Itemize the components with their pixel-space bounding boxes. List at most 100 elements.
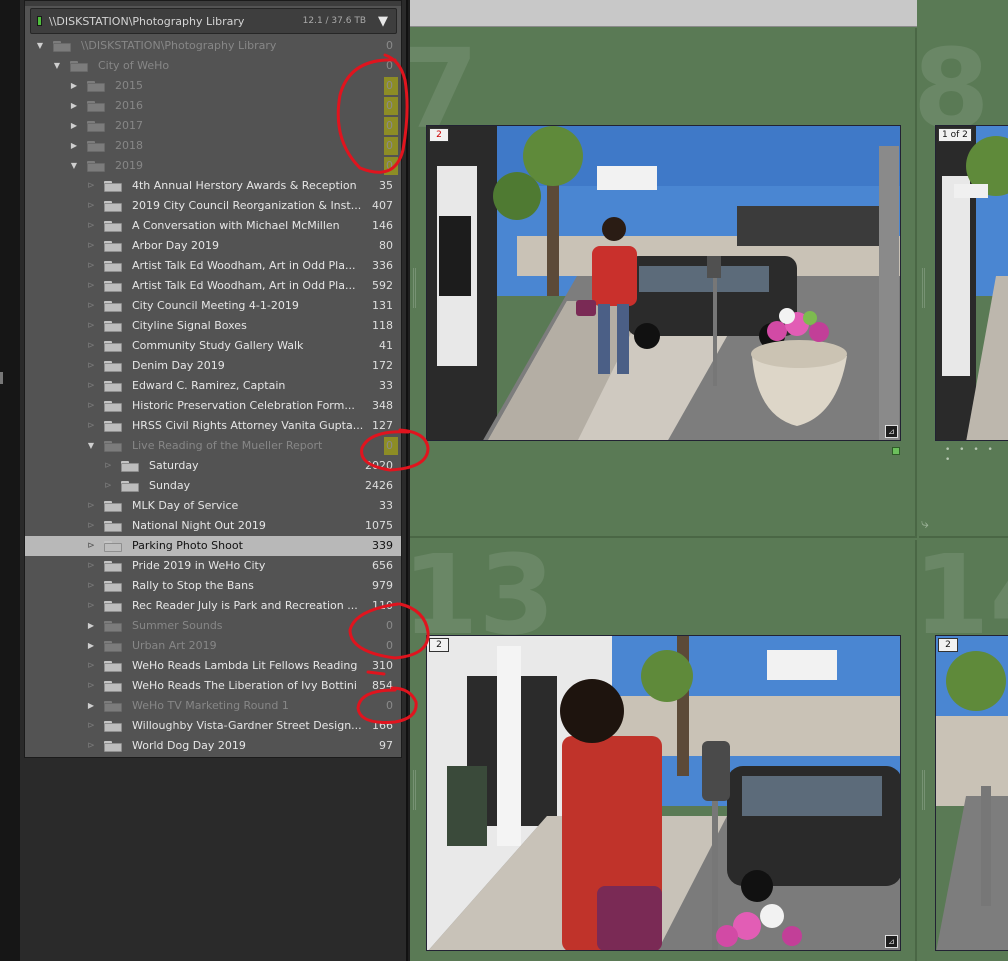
folder-row[interactable]: ⊳ Pride 2019 in WeHo City 656 [25, 556, 401, 576]
folder-icon [104, 321, 122, 332]
folder-count: 854 [372, 679, 393, 692]
folder-count: 0 [386, 99, 393, 112]
folder-row[interactable]: ▶ 2015 0 [25, 76, 401, 96]
rating-dots[interactable]: • • • • • [945, 445, 1008, 465]
expanded-triangle-icon[interactable]: ▼ [52, 56, 62, 76]
folder-count: 33 [379, 379, 393, 392]
leaf-triangle-icon: ⊳ [87, 201, 95, 211]
folder-row[interactable]: ▶ WeHo TV Marketing Round 1 0 [25, 696, 401, 716]
folder-row[interactable]: ⊳ HRSS Civil Rights Attorney Vanita Gupta… [25, 416, 401, 436]
folder-row[interactable]: ⊳ World Dog Day 2019 97 [25, 736, 401, 756]
photo-thumbnail[interactable]: 2 ⊿ [426, 635, 901, 951]
grid-cell[interactable]: 8 1 of 2 • • • • • ⤷ [919, 28, 1008, 538]
collapsed-triangle-icon[interactable]: ▶ [69, 96, 79, 116]
folder-icon [104, 541, 122, 552]
folder-row[interactable]: ⊳ A Conversation with Michael McMillen 146 [25, 216, 401, 236]
photo-parking-street [427, 126, 900, 440]
photo-thumbnail[interactable]: 2 ⊿ [426, 125, 901, 441]
folder-name: 2015 [115, 79, 143, 92]
collapsed-triangle-icon[interactable]: ▶ [86, 616, 96, 636]
folder-name: Pride 2019 in WeHo City [132, 559, 266, 572]
folder-row[interactable]: ⊳ WeHo Reads Lambda Lit Fellows Reading 31… [25, 656, 401, 676]
folder-row[interactable]: ▶ Urban Art 2019 0 [25, 636, 401, 656]
collapsed-triangle-icon[interactable]: ▶ [69, 116, 79, 136]
volume-bar[interactable]: \\DISKSTATION\Photography Library 12.1 /… [30, 8, 397, 34]
collapsed-triangle-icon[interactable]: ▶ [69, 136, 79, 156]
folder-name: Artist Talk Ed Woodham, Art in Odd Pla..… [132, 279, 356, 292]
grid-cell[interactable]: 13 2 ⊿ [410, 540, 917, 961]
folder-count: 97 [379, 739, 393, 752]
folder-icon [104, 361, 122, 372]
folder-row[interactable]: ⊳ Artist Talk Ed Woodham, Art in Odd Pla.… [25, 256, 401, 276]
folder-row[interactable]: ▼ Live Reading of the Mueller Report 0 [25, 436, 401, 456]
collapsed-triangle-icon[interactable]: ▶ [86, 696, 96, 716]
folder-row[interactable]: ▶ Summer Sounds 0 [25, 616, 401, 636]
folder-row[interactable]: ⊳ Artist Talk Ed Woodham, Art in Odd Pla.… [25, 276, 401, 296]
cell-divider [922, 770, 925, 810]
leaf-triangle-icon: ⊳ [87, 581, 95, 591]
folder-row[interactable]: ▼ City of WeHo 0 [25, 56, 401, 76]
photo-thumbnail[interactable]: 2 [935, 635, 1008, 951]
folder-name: Live Reading of the Mueller Report [132, 439, 323, 452]
folder-row[interactable]: ⊳ National Night Out 2019 1075 [25, 516, 401, 536]
folder-name: City of WeHo [98, 59, 170, 72]
stack-badge[interactable]: 1 of 2 [938, 128, 972, 142]
stack-badge[interactable]: 2 [938, 638, 958, 652]
folder-count: 0 [386, 59, 393, 72]
folder-row[interactable]: ⊳ Saturday 2020 [25, 456, 401, 476]
expanded-triangle-icon[interactable]: ▼ [69, 156, 79, 176]
folder-icon [121, 461, 139, 472]
folder-row[interactable]: ⊳ Sunday 2426 [25, 476, 401, 496]
folder-name: 2019 City Council Reorganization & Inst.… [132, 199, 362, 212]
folder-row[interactable]: ⊳ Cityline Signal Boxes 118 [25, 316, 401, 336]
grid-cell[interactable]: 14 2 [919, 540, 1008, 961]
folder-row[interactable]: ⊳ 4th Annual Herstory Awards & Reception 3… [25, 176, 401, 196]
collapsed-triangle-icon[interactable]: ▶ [69, 76, 79, 96]
folder-row[interactable]: ⊳ Rec Reader July is Park and Recreation … [25, 596, 401, 616]
photo-thumbnail[interactable]: 1 of 2 [935, 125, 1008, 441]
folder-count: 592 [372, 279, 393, 292]
folder-name: 2019 [115, 159, 143, 172]
folder-row[interactable]: ⊳ MLK Day of Service 33 [25, 496, 401, 516]
folder-row[interactable]: ⊳ WeHo Reads The Liberation of Ivy Bottin… [25, 676, 401, 696]
folder-row[interactable]: ⊳ Denim Day 2019 172 [25, 356, 401, 376]
folder-row[interactable]: ⊳ Willoughby Vista-Gardner Street Design.… [25, 716, 401, 736]
leaf-triangle-icon: ⊳ [87, 181, 95, 191]
folder-name: WeHo TV Marketing Round 1 [132, 699, 289, 712]
folder-name: Rally to Stop the Bans [132, 579, 254, 592]
folders-panel: \\DISKSTATION\Photography Library 12.1 /… [24, 0, 402, 758]
folder-row[interactable]: ⊳ Arbor Day 2019 80 [25, 236, 401, 256]
stack-badge[interactable]: 2 [429, 638, 449, 652]
folder-row[interactable]: ▼ \\DISKSTATION\Photography Library 0 [25, 36, 401, 56]
photo-parking-street [936, 126, 1008, 440]
pick-flag-icon[interactable] [892, 447, 900, 455]
stack-badge[interactable]: 2 [429, 128, 449, 142]
folder-count: 0 [386, 39, 393, 52]
panel-header-clip [25, 1, 401, 6]
folder-row[interactable]: ⊳ City Council Meeting 4-1-2019 131 [25, 296, 401, 316]
folder-count: 172 [372, 359, 393, 372]
collapsed-triangle-icon[interactable]: ▶ [86, 636, 96, 656]
folder-row[interactable]: ⊳ Rally to Stop the Bans 979 [25, 576, 401, 596]
photo-parking-street [936, 636, 1008, 950]
folder-row[interactable]: ▶ 2017 0 [25, 116, 401, 136]
folder-row[interactable]: ⊳ Historic Preservation Celebration Form.… [25, 396, 401, 416]
folder-name: Cityline Signal Boxes [132, 319, 247, 332]
panel-collapse-grip[interactable] [0, 372, 3, 384]
rotate-icon[interactable]: ⤷ [921, 516, 929, 532]
folder-count: 166 [372, 719, 393, 732]
folder-row[interactable]: ▼ 2019 0 [25, 156, 401, 176]
folder-row[interactable]: ⊳ Community Study Gallery Walk 41 [25, 336, 401, 356]
leaf-triangle-icon: ⊳ [87, 241, 95, 251]
expanded-triangle-icon[interactable]: ▼ [86, 436, 96, 456]
folder-row[interactable]: ▶ 2018 0 [25, 136, 401, 156]
folder-row[interactable]: ⊳ Parking Photo Shoot 339 [25, 536, 401, 556]
folder-row[interactable]: ▶ 2016 0 [25, 96, 401, 116]
grid-cell[interactable]: 7 [410, 28, 917, 538]
folder-row[interactable]: ⊳ 2019 City Council Reorganization & Inst… [25, 196, 401, 216]
folder-row[interactable]: ⊳ Edward C. Ramirez, Captain 33 [25, 376, 401, 396]
expanded-triangle-icon[interactable]: ▼ [35, 36, 45, 56]
volume-menu-icon[interactable]: ▼ [373, 12, 393, 31]
folder-count: 979 [372, 579, 393, 592]
volume-status-indicator [37, 16, 42, 26]
